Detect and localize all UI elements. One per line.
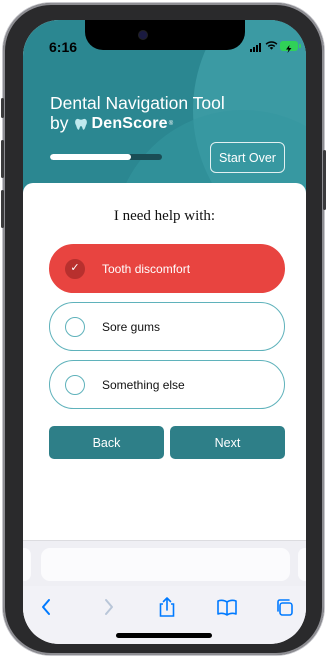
option-label: Tooth discomfort [102,261,191,276]
bookmarks-icon[interactable] [216,596,238,618]
forward-arrow-icon[interactable] [97,596,119,618]
safari-toolbar [23,586,306,644]
progress-fill [50,154,131,160]
notch [85,20,245,50]
front-camera [139,31,147,39]
safari-address-area [23,540,306,586]
start-over-button[interactable]: Start Over [210,142,285,173]
cellular-signal-icon [250,42,264,52]
option-tooth-discomfort[interactable]: ✓ Tooth discomfort [49,244,285,293]
question-text: I need help with: [113,208,216,224]
previous-tab-pill[interactable] [23,548,31,581]
power-button [323,150,326,210]
option-radio [65,316,85,337]
tooth-icon [75,118,88,130]
address-bar[interactable] [41,548,290,581]
checkmark-icon: ✓ [70,262,80,274]
option-radio [65,374,85,395]
option-radio-checked: ✓ [65,258,85,279]
brand-by: by [50,113,69,133]
tabs-icon[interactable] [274,596,296,618]
status-time: 6:16 [49,39,78,55]
phone-screen: Dental Navigation Tool by DenScore ® Star… [23,20,306,644]
volume-up-button [1,140,4,178]
wifi-icon [265,41,278,50]
next-tab-pill[interactable] [298,548,306,581]
battery-icon [280,41,301,53]
progress-bar [50,154,162,160]
silent-switch [1,98,4,118]
brand-line: by DenScore ® [50,113,173,134]
back-button[interactable]: Back [49,426,164,459]
share-icon[interactable] [156,596,178,618]
next-button[interactable]: Next [170,426,285,459]
option-something-else[interactable]: Something else [49,360,285,409]
back-arrow-icon[interactable] [36,596,58,618]
status-bar: 6:16 [23,20,306,64]
question-card: I need help with: ✓ Tooth discomfort Sor… [23,183,306,553]
volume-down-button [1,190,4,228]
option-label: Something else [102,377,185,392]
option-label: Sore gums [102,319,161,334]
brand-trademark: ® [168,120,174,127]
app-title: Dental Navigation Tool [50,93,225,113]
option-sore-gums[interactable]: Sore gums [49,302,285,351]
home-indicator [116,633,212,638]
brand-name: DenScore [91,114,168,132]
